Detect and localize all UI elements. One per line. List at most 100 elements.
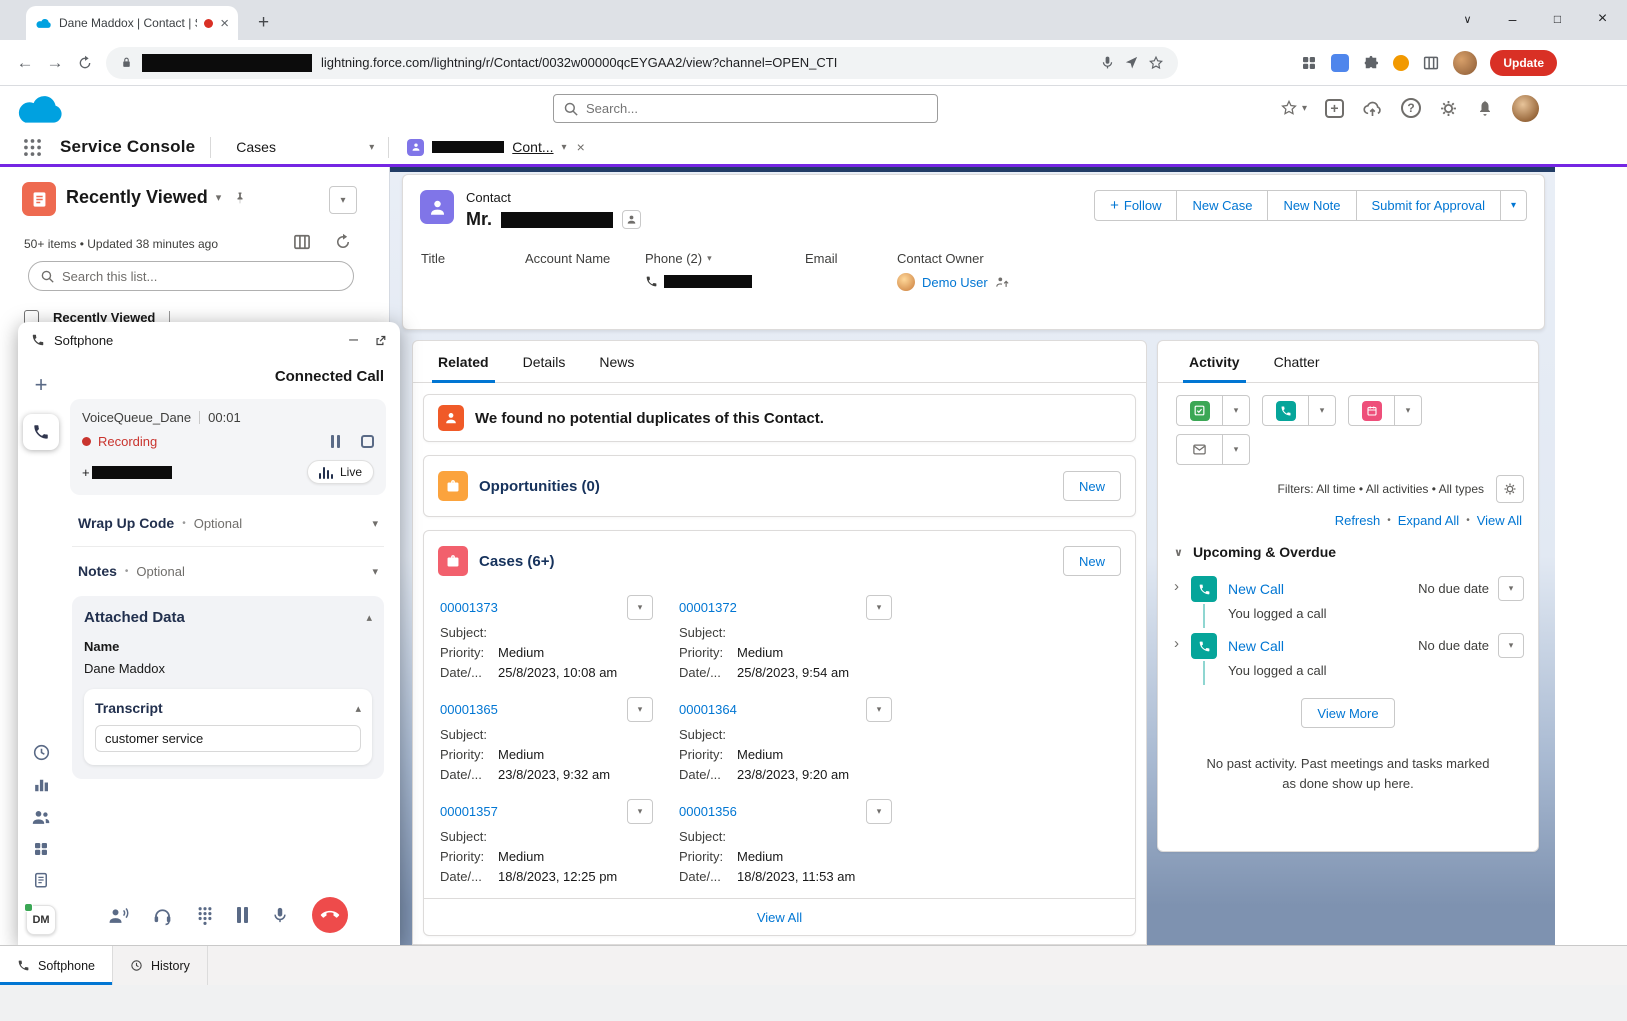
tab-close-icon[interactable]: × — [220, 15, 229, 32]
chrome-update-button[interactable]: Update — [1490, 50, 1557, 76]
new-event-button[interactable] — [1348, 395, 1395, 426]
notes-section[interactable]: Notes • Optional ▾ — [72, 546, 384, 594]
extensions-puzzle-icon[interactable] — [1362, 54, 1380, 72]
favorites-star-icon[interactable]: ▾ — [1280, 99, 1307, 117]
analytics-icon[interactable] — [32, 775, 51, 794]
call-history-icon[interactable] — [32, 743, 51, 762]
case-row-actions-button[interactable]: ▾ — [627, 799, 653, 824]
case-row-actions-button[interactable]: ▾ — [627, 697, 653, 722]
cases-title[interactable]: Cases (6+) — [479, 553, 554, 570]
notifications-bell-icon[interactable] — [1476, 99, 1494, 117]
agent-headset-icon[interactable] — [152, 905, 173, 926]
view-more-button[interactable]: View More — [1301, 698, 1394, 728]
chevron-up-icon[interactable]: ▴ — [355, 702, 361, 715]
tab-close-icon[interactable]: × — [577, 139, 585, 155]
new-tab-button[interactable]: + — [250, 9, 277, 36]
chevron-down-icon[interactable]: ▾ — [372, 565, 378, 578]
chevron-down-icon[interactable]: ▾ — [562, 142, 567, 153]
chevron-up-icon[interactable]: ▴ — [366, 611, 372, 624]
add-icon[interactable]: + — [35, 374, 48, 396]
browser-tab[interactable]: Dane Maddox | Contact | Sal × — [26, 6, 238, 40]
refresh-icon[interactable] — [334, 233, 352, 251]
email-button[interactable] — [1176, 434, 1223, 465]
more-actions-button[interactable]: ▾ — [1500, 190, 1527, 221]
contacts-icon[interactable] — [31, 807, 51, 827]
opportunities-title[interactable]: Opportunities (0) — [479, 478, 600, 495]
expand-all-link[interactable]: Expand All — [1398, 513, 1459, 528]
task-dropdown-button[interactable]: ▾ — [1223, 395, 1250, 426]
case-number-link[interactable]: 00001364 — [679, 702, 737, 717]
case-row-actions-button[interactable]: ▾ — [866, 595, 892, 620]
wrap-up-code-section[interactable]: Wrap Up Code • Optional ▾ — [72, 499, 384, 546]
browser-profile-avatar[interactable] — [1453, 51, 1477, 75]
agent-avatar[interactable]: DM — [26, 905, 56, 935]
notes-icon[interactable] — [32, 871, 50, 889]
tab-news[interactable]: News — [582, 341, 651, 382]
new-opportunity-button[interactable]: New — [1063, 471, 1121, 501]
help-icon[interactable]: ? — [1401, 98, 1421, 118]
window-minimize-icon[interactable]: – — [1490, 0, 1535, 38]
global-search[interactable] — [553, 94, 938, 123]
section-collapse-icon[interactable]: ∨ — [1174, 546, 1183, 559]
activity-actions-button[interactable]: ▾ — [1498, 576, 1524, 601]
change-owner-icon[interactable] — [995, 275, 1010, 290]
event-dropdown-button[interactable]: ▾ — [1395, 395, 1422, 426]
expand-item-icon[interactable]: › — [1174, 579, 1191, 621]
apps-grid-icon[interactable] — [32, 840, 50, 858]
follow-button[interactable]: +Follow — [1094, 190, 1177, 221]
reload-icon[interactable] — [70, 48, 100, 78]
utility-history-tab[interactable]: History — [113, 946, 208, 985]
activity-item-link[interactable]: New Call — [1228, 581, 1284, 597]
nav-tab-contact[interactable]: Cont... ▾ × — [393, 130, 594, 164]
new-case-button[interactable]: New Case — [1176, 190, 1268, 221]
email-dropdown-button[interactable]: ▾ — [1223, 434, 1250, 465]
case-number-link[interactable]: 00001372 — [679, 600, 737, 615]
case-number-link[interactable]: 00001357 — [440, 804, 498, 819]
new-note-button[interactable]: New Note — [1267, 190, 1356, 221]
log-call-button[interactable] — [1262, 395, 1309, 426]
chevron-down-icon[interactable]: ▾ — [369, 142, 374, 153]
back-icon[interactable]: ← — [10, 48, 40, 78]
contact-badge-icon[interactable] — [622, 210, 641, 229]
forward-icon[interactable]: → — [40, 48, 70, 78]
activity-filters-text[interactable]: Filters: All time • All activities • All… — [1278, 482, 1484, 496]
quick-create-icon[interactable]: + — [1325, 99, 1344, 118]
case-number-link[interactable]: 00001365 — [440, 702, 498, 717]
voice-search-mic-icon[interactable] — [1100, 55, 1115, 70]
utility-softphone-tab[interactable]: Softphone — [0, 946, 113, 985]
extension-icon[interactable] — [1300, 54, 1318, 72]
submit-for-approval-button[interactable]: Submit for Approval — [1356, 190, 1501, 221]
pause-recording-icon[interactable] — [331, 435, 340, 448]
upload-status-icon[interactable] — [1362, 98, 1383, 119]
hold-call-icon[interactable] — [237, 907, 248, 923]
call-dropdown-button[interactable]: ▾ — [1309, 395, 1336, 426]
pin-icon[interactable] — [233, 191, 247, 205]
list-view-controls-button[interactable]: ▾ — [329, 186, 357, 214]
display-as-icon[interactable] — [292, 232, 312, 252]
window-maximize-icon[interactable]: □ — [1535, 0, 1580, 38]
chevron-down-icon[interactable]: ▾ — [707, 253, 712, 264]
tab-search-icon[interactable]: ∨ — [1445, 0, 1490, 38]
popout-icon[interactable] — [374, 334, 387, 347]
owner-link[interactable]: Demo User — [922, 275, 988, 290]
list-search[interactable] — [28, 261, 354, 291]
case-number-link[interactable]: 00001373 — [440, 600, 498, 615]
chevron-down-icon[interactable]: ▾ — [372, 517, 378, 530]
extension-icon[interactable] — [1393, 55, 1409, 71]
user-avatar[interactable] — [1512, 95, 1539, 122]
activity-settings-button[interactable] — [1496, 475, 1524, 503]
setup-gear-icon[interactable] — [1439, 99, 1458, 118]
url-bar[interactable]: lightning.force.com/lightning/r/Contact/… — [106, 47, 1178, 79]
dialpad-icon[interactable] — [196, 905, 214, 926]
tab-details[interactable]: Details — [506, 341, 583, 382]
new-task-button[interactable] — [1176, 395, 1223, 426]
app-launcher-waffle-icon[interactable] — [22, 137, 43, 158]
tab-chatter[interactable]: Chatter — [1257, 341, 1337, 382]
case-number-link[interactable]: 00001356 — [679, 804, 737, 819]
mute-mic-icon[interactable] — [271, 905, 289, 925]
expand-item-icon[interactable]: › — [1174, 636, 1191, 678]
refresh-link[interactable]: Refresh — [1335, 513, 1381, 528]
upcoming-overdue-section-header[interactable]: ∨ Upcoming & Overdue — [1158, 528, 1538, 568]
stop-recording-icon[interactable] — [361, 435, 374, 448]
list-search-input[interactable] — [62, 269, 341, 284]
